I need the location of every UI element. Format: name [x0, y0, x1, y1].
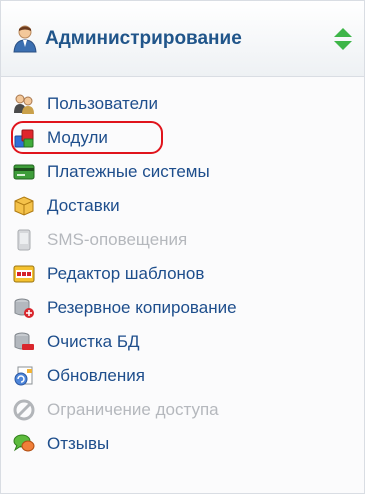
reviews-icon	[13, 433, 35, 455]
panel-header[interactable]: Администрирование	[1, 1, 364, 77]
menu-item-sms: SMS-оповещения	[13, 225, 343, 255]
menu-item-label: SMS-оповещения	[47, 230, 188, 249]
menu-item-label: Пользователи	[47, 94, 158, 113]
panel-title: Администрирование	[45, 28, 242, 49]
menu-item-payment-systems[interactable]: Платежные системы	[13, 157, 343, 187]
menu-item-label: Платежные системы	[47, 162, 210, 181]
menu-item-template-editor[interactable]: Редактор шаблонов	[13, 259, 343, 289]
menu-item-access-restriction: Ограничение доступа	[13, 395, 343, 425]
payment-card-icon	[13, 161, 35, 183]
menu-item-users[interactable]: Пользователи	[13, 89, 343, 119]
menu-item-label: Очистка БД	[47, 332, 140, 351]
users-icon	[13, 93, 35, 115]
menu-item-label: Ограничение доступа	[47, 400, 219, 419]
phone-icon	[13, 229, 35, 251]
menu-item-modules[interactable]: Модули	[13, 123, 343, 153]
admin-menu: Пользователи Модули Платежные системы До…	[1, 77, 364, 493]
menu-item-backup[interactable]: Резервное копирование	[13, 293, 343, 323]
database-clean-icon	[13, 331, 35, 353]
menu-item-reviews[interactable]: Отзывы	[13, 429, 343, 459]
admin-user-icon	[13, 25, 37, 53]
menu-item-label: Редактор шаблонов	[47, 264, 205, 283]
expand-collapse-icon[interactable]	[332, 25, 354, 53]
database-backup-icon	[13, 297, 35, 319]
menu-item-db-cleanup[interactable]: Очистка БД	[13, 327, 343, 357]
updates-icon	[13, 365, 35, 387]
menu-item-label: Модули	[47, 128, 108, 147]
menu-item-label: Отзывы	[47, 434, 110, 453]
admin-panel: Администрирование Пользователи Модули Пл…	[0, 0, 365, 494]
menu-item-label: Доставки	[47, 196, 120, 215]
menu-item-delivery[interactable]: Доставки	[13, 191, 343, 221]
modules-icon	[13, 127, 35, 149]
menu-item-label: Резервное копирование	[47, 298, 237, 317]
css-icon	[13, 263, 35, 285]
menu-item-label: Обновления	[47, 366, 145, 385]
delivery-box-icon	[13, 195, 35, 217]
menu-item-updates[interactable]: Обновления	[13, 361, 343, 391]
access-restriction-icon	[13, 399, 35, 421]
